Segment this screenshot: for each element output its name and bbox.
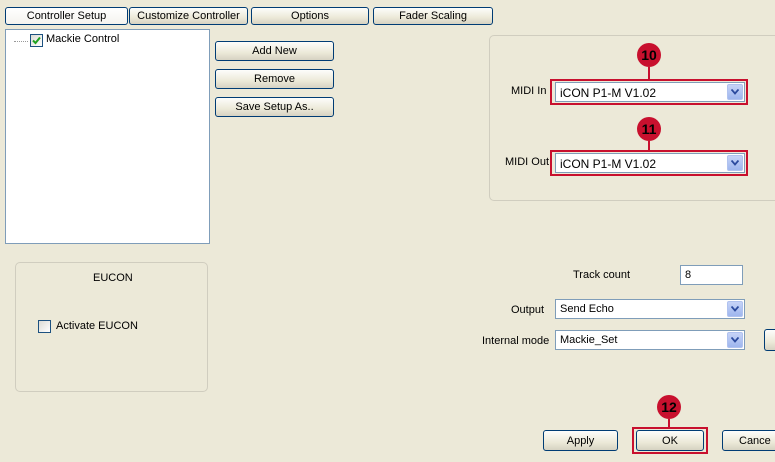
activate-eucon-label: Activate EUCON	[56, 320, 138, 332]
track-count-value: 8	[685, 269, 692, 281]
tree-connector	[14, 41, 28, 42]
cancel-button[interactable]: Cance	[722, 430, 775, 451]
track-count-label: Track count	[573, 269, 631, 281]
chevron-down-icon[interactable]	[727, 301, 743, 317]
midi-out-value: iCON P1-M V1.02	[560, 157, 657, 171]
callout-badge-10: 10	[637, 43, 661, 67]
tree-item-label: Mackie Control	[46, 33, 120, 45]
midi-in-value: iCON P1-M V1.02	[560, 86, 657, 100]
eucon-title: EUCON	[93, 272, 133, 284]
activate-eucon-checkbox[interactable]	[38, 320, 51, 333]
add-new-button[interactable]: Add New	[215, 41, 334, 61]
midi-panel	[489, 35, 775, 201]
track-count-input[interactable]: 8	[680, 265, 743, 285]
callout-stem-12	[668, 419, 670, 427]
midi-in-select[interactable]: iCON P1-M V1.02	[555, 82, 745, 102]
mackie-control-checkbox[interactable]	[30, 34, 43, 47]
ok-button[interactable]: OK	[636, 430, 704, 451]
checkmark-icon	[32, 36, 41, 45]
midi-out-select[interactable]: iCON P1-M V1.02	[555, 153, 745, 173]
chevron-down-icon[interactable]	[727, 155, 743, 171]
save-setup-as-button[interactable]: Save Setup As..	[215, 97, 334, 117]
internal-mode-label: Internal mode	[482, 335, 550, 347]
tab-options[interactable]: Options	[251, 7, 369, 25]
midi-in-label: MIDI In	[511, 85, 547, 97]
chevron-down-icon[interactable]	[727, 332, 743, 348]
internal-mode-value: Mackie_Set	[560, 334, 618, 346]
chevron-down-icon[interactable]	[727, 84, 743, 100]
apply-button[interactable]: Apply	[543, 430, 618, 451]
output-value: Send Echo	[560, 303, 614, 315]
output-select[interactable]: Send Echo	[555, 299, 745, 319]
callout-badge-12: 12	[657, 395, 681, 419]
remove-button[interactable]: Remove	[215, 69, 334, 89]
midi-out-label: MIDI Out	[505, 156, 550, 168]
internal-mode-select[interactable]: Mackie_Set	[555, 330, 745, 350]
output-label: Output	[511, 304, 545, 316]
tab-controller-setup[interactable]: Controller Setup	[5, 7, 128, 25]
tab-customize-controller[interactable]: Customize Controller	[129, 7, 248, 25]
controller-tree[interactable]: Mackie Control	[5, 29, 210, 244]
internal-mode-edit-button[interactable]	[764, 329, 775, 351]
callout-badge-11: 11	[637, 117, 661, 141]
tab-fader-scaling[interactable]: Fader Scaling	[373, 7, 493, 25]
